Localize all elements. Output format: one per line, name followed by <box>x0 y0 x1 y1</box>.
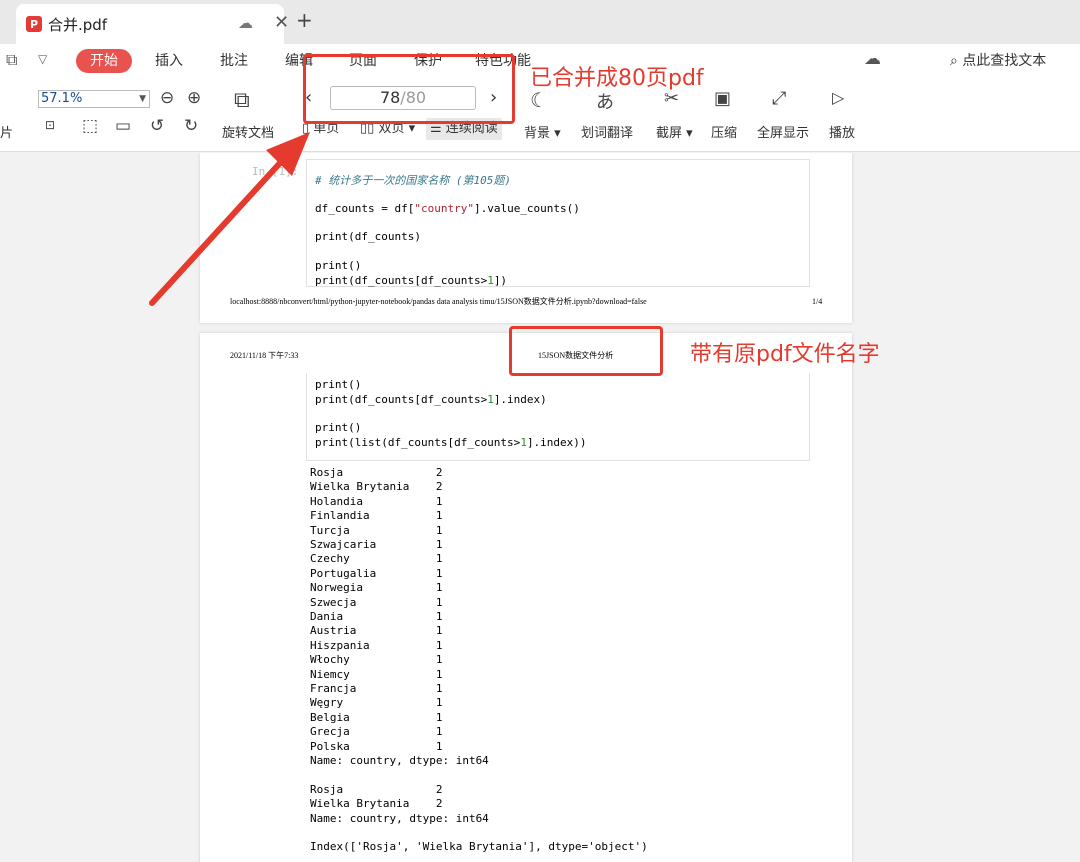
code-line: print(list(df_counts[df_counts>1].index)… <box>315 436 587 449</box>
code-cell: # 统计多于一次的国家名称 (第105题) df_counts = df["co… <box>306 159 810 287</box>
output-line: Turcja 1 <box>310 523 443 537</box>
rotate-document-button[interactable]: 旋转文档 <box>222 122 274 141</box>
cell-prompt: In [1]: <box>252 165 299 178</box>
chevron-down-icon[interactable]: ▽ <box>38 52 47 66</box>
output-line: Holandia 1 <box>310 494 443 508</box>
screenshot-label: 截屏 <box>656 126 683 141</box>
fit-width-icon[interactable]: ▭ <box>115 116 131 136</box>
output-line: Belgia 1 <box>310 710 443 724</box>
filename-highlight <box>509 326 663 376</box>
zoom-value: 57.1% <box>41 91 83 106</box>
code-line: print(df_counts[df_counts>1].index) <box>315 393 547 406</box>
page-footer-number: 1/4 <box>812 297 823 306</box>
output-line: Austria 1 <box>310 624 443 638</box>
output-line: Włochy 1 <box>310 653 443 667</box>
output-line: Rosja 2 <box>310 466 443 479</box>
output-line: Polska 1 <box>310 739 443 753</box>
page-count-highlight <box>303 54 515 124</box>
close-tab-icon[interactable]: ✕ <box>274 12 289 33</box>
zoom-in-icon[interactable]: ⊕ <box>187 88 201 108</box>
output-line: Węgry 1 <box>310 696 443 710</box>
code-line: print() <box>315 421 362 434</box>
filename-annotation: 带有原pdf文件名字 <box>690 342 880 367</box>
code-comment: # 统计多于一次的国家名称 (第105题) <box>315 174 511 187</box>
code-line: print() <box>315 259 362 272</box>
cloud-sync-icon[interactable]: ☁ <box>864 49 881 69</box>
pdf-page: 2021/11/18 下午7:33 15JSON数据文件分析 print() p… <box>200 333 852 862</box>
play-icon[interactable]: ▷ <box>832 88 844 107</box>
code-line: print(df_counts) <box>315 230 421 243</box>
tab-title: 合并.pdf <box>48 15 108 34</box>
compress-icon[interactable]: ▣ <box>714 88 731 109</box>
cloud-icon[interactable]: ☁ <box>238 14 253 32</box>
pdf-page: In [1]: # 统计多于一次的国家名称 (第105题) df_counts … <box>200 153 852 323</box>
output-line: Index(['Rosja', 'Wielka Brytania'], dtyp… <box>310 840 648 854</box>
output-line: Hiszpania 1 <box>310 638 443 652</box>
output-line: Rosja 2 <box>310 782 443 796</box>
code-cell: print() print(df_counts[df_counts>1].ind… <box>306 373 810 461</box>
document-viewer[interactable]: In [1]: # 统计多于一次的国家名称 (第105题) df_counts … <box>0 153 1080 862</box>
output-line: Dania 1 <box>310 610 443 623</box>
merged-annotation: 已合并成80页pdf <box>530 66 704 91</box>
background-button[interactable]: 背景 ▾ <box>524 122 561 141</box>
output-line: Name: country, dtype: int64 <box>310 754 489 767</box>
output-line: Wielka Brytania 2 <box>310 797 443 811</box>
search-icon: ⌕ <box>950 53 963 69</box>
fullscreen-icon[interactable]: ⤢ <box>772 88 786 109</box>
compress-button[interactable]: 压缩 <box>711 122 737 141</box>
menu-home[interactable]: 开始 <box>76 49 132 73</box>
zoom-select[interactable]: 57.1% ▼ <box>38 90 150 108</box>
output-line: Portugalia 1 <box>310 566 443 580</box>
document-tab[interactable]: P 合并.pdf ☁ ✕ <box>16 4 289 44</box>
screenshot-button[interactable]: 截屏 ▾ <box>656 122 693 141</box>
output-line: Francja 1 <box>310 682 443 695</box>
rotate-document-icon[interactable]: ⧉ <box>234 88 250 113</box>
background-label: 背景 <box>524 126 551 141</box>
search-text-button[interactable]: ⌕ 点此查找文本 <box>950 49 1046 73</box>
pdf-file-icon: P <box>26 16 42 32</box>
output-line: Wielka Brytania 2 <box>310 480 443 494</box>
code-line: df_counts = df["country"].value_counts() <box>315 202 580 215</box>
output-line: Grecja 1 <box>310 725 443 739</box>
output-line: Finlandia 1 <box>310 509 443 523</box>
code-line: print(df_counts[df_counts>1]) <box>315 274 508 287</box>
page-footer-url: localhost:8888/nbconvert/html/python-jup… <box>230 297 647 306</box>
output-line: Czechy 1 <box>310 552 443 566</box>
cut-off-label: 片 <box>0 126 14 141</box>
menu-annotate[interactable]: 批注 <box>220 49 248 73</box>
output-line: Niemcy 1 <box>310 667 443 681</box>
zoom-out-icon[interactable]: ⊖ <box>160 88 174 108</box>
play-button[interactable]: 播放 <box>829 122 855 141</box>
page-header-date: 2021/11/18 下午7:33 <box>230 351 299 360</box>
search-label: 点此查找文本 <box>962 53 1047 69</box>
translate-button[interactable]: 划词翻译 <box>581 122 633 141</box>
rotate-left-icon[interactable]: ↺ <box>150 116 164 136</box>
actual-size-icon[interactable]: ⊡ <box>45 118 55 132</box>
chevron-down-icon: ▼ <box>139 94 146 104</box>
tab-bar: P 合并.pdf ☁ ✕ + <box>0 0 1080 44</box>
file-menu-icon[interactable]: ⧉ <box>6 50 17 70</box>
output-line: Norwegia 1 <box>310 581 443 595</box>
output-line: Szwecja 1 <box>310 595 443 609</box>
code-line: print() <box>315 378 362 391</box>
output-line: Szwajcaria 1 <box>310 538 443 551</box>
new-tab-button[interactable]: + <box>296 8 313 32</box>
fit-page-icon[interactable]: ⬚ <box>82 116 98 136</box>
rotate-right-icon[interactable]: ↻ <box>184 116 198 136</box>
output-line: Name: country, dtype: int64 <box>310 811 489 825</box>
menu-insert[interactable]: 插入 <box>155 49 183 73</box>
fullscreen-button[interactable]: 全屏显示 <box>757 122 809 141</box>
